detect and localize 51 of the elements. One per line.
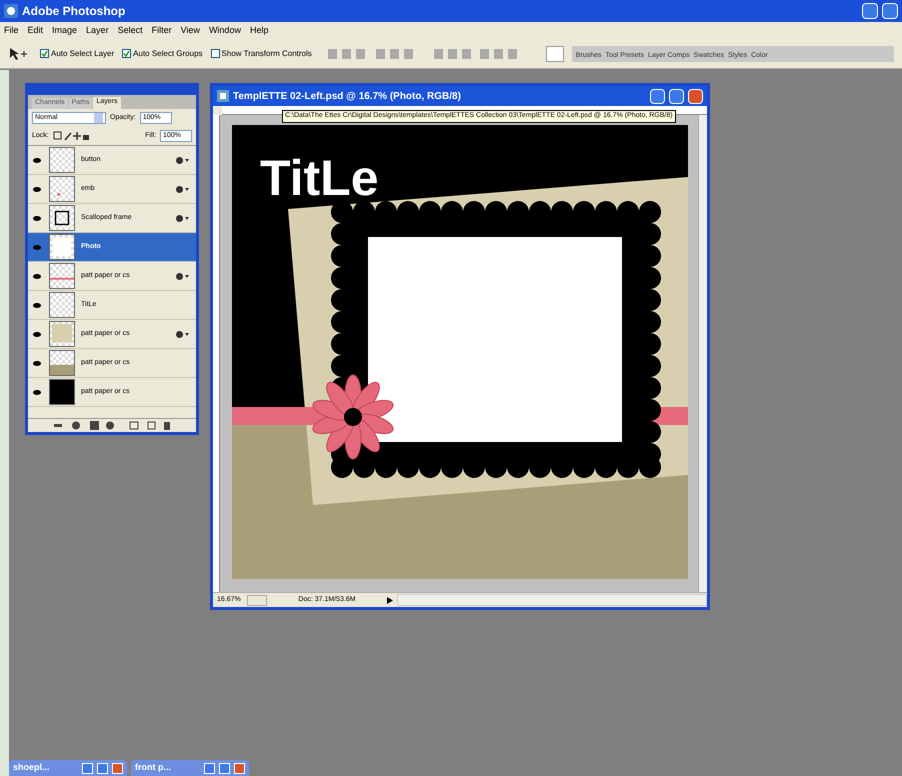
restore-button[interactable] bbox=[204, 762, 215, 774]
effects-icon[interactable] bbox=[176, 186, 190, 192]
canvas-title: TitLe bbox=[260, 150, 378, 206]
menu-item[interactable]: Filter bbox=[152, 24, 172, 38]
minimized-window-title: front p... bbox=[135, 761, 172, 774]
document-icon bbox=[217, 90, 229, 102]
maximize-button[interactable] bbox=[669, 88, 684, 104]
window-title: Adobe Photoshop bbox=[22, 3, 126, 20]
document-title: TemplETTE 02-Left.psd @ 16.7% (Photo, RGB/8) bbox=[233, 90, 461, 104]
close-button[interactable] bbox=[688, 88, 703, 104]
menu-item[interactable]: Window bbox=[208, 24, 241, 38]
layer-thumbnail bbox=[49, 147, 75, 173]
layer-thumbnail bbox=[49, 205, 75, 231]
layer-tools-icon bbox=[52, 421, 172, 430]
menu-item[interactable]: Select bbox=[118, 24, 143, 38]
checkbox[interactable]: Auto Select Groups bbox=[122, 48, 203, 60]
play-arrow-icon bbox=[387, 596, 393, 604]
checkbox-box[interactable] bbox=[210, 49, 220, 58]
effects-icon[interactable] bbox=[176, 330, 190, 338]
minimize-button[interactable] bbox=[862, 3, 878, 19]
checkbox-box[interactable] bbox=[122, 49, 132, 58]
maximize-button[interactable] bbox=[97, 762, 108, 774]
effects-icon[interactable] bbox=[176, 272, 190, 280]
effects-icon[interactable] bbox=[176, 156, 190, 164]
menu-item[interactable]: View bbox=[180, 24, 200, 38]
menu-item[interactable]: Help bbox=[250, 24, 268, 38]
menu-item[interactable]: Layer bbox=[86, 24, 109, 38]
checkbox[interactable]: Auto Select Layer bbox=[40, 48, 114, 60]
checkbox-box[interactable] bbox=[40, 49, 49, 58]
close-button[interactable] bbox=[234, 762, 245, 774]
layer-thumbnail bbox=[49, 263, 75, 289]
minimize-button[interactable] bbox=[650, 88, 665, 104]
layer-thumbnail bbox=[49, 292, 75, 318]
restore-button[interactable] bbox=[882, 3, 898, 19]
restore-button[interactable] bbox=[82, 762, 93, 774]
layer-thumbnail bbox=[49, 176, 75, 202]
effects-icon[interactable] bbox=[176, 214, 190, 222]
layer-thumbnail bbox=[49, 321, 75, 347]
maximize-button[interactable] bbox=[219, 762, 230, 774]
minimized-window-title: shoepl... bbox=[13, 761, 51, 774]
layer-thumbnail bbox=[49, 234, 75, 260]
checkbox[interactable]: Show Transform Controls bbox=[210, 48, 312, 60]
layer-thumbnail bbox=[49, 379, 75, 405]
menu-item[interactable]: Image bbox=[52, 24, 78, 38]
close-button[interactable] bbox=[112, 762, 123, 774]
menu-item[interactable]: Edit bbox=[28, 24, 44, 38]
layer-thumbnail bbox=[49, 350, 75, 376]
horizontal-scrollbar[interactable] bbox=[397, 594, 707, 606]
lock-icons-drawing bbox=[52, 131, 89, 141]
menu-item[interactable]: File bbox=[4, 24, 19, 38]
app-icon bbox=[4, 4, 18, 18]
